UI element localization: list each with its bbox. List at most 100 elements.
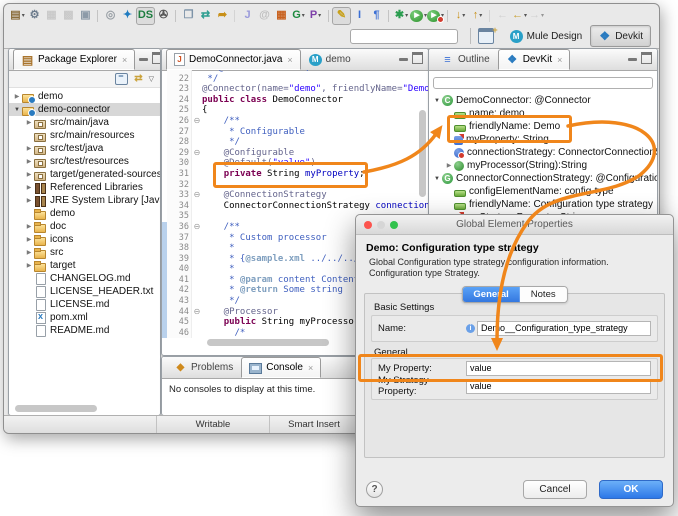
dialog-titlebar[interactable]: Global Element Properties bbox=[356, 215, 673, 235]
toolbar-icon[interactable]: ⇄ bbox=[197, 8, 214, 24]
expand-arrow-icon[interactable] bbox=[444, 159, 454, 172]
maximize-icon[interactable] bbox=[152, 52, 161, 64]
expand-arrow-icon[interactable] bbox=[24, 246, 34, 259]
fold-icon[interactable] bbox=[192, 169, 202, 180]
expand-arrow-icon[interactable] bbox=[24, 155, 34, 168]
tree-item[interactable]: README.md bbox=[9, 324, 160, 337]
fold-icon[interactable] bbox=[192, 84, 202, 95]
toolbar-icon[interactable]: ← bbox=[511, 8, 528, 24]
toolbar-icon[interactable]: ← bbox=[494, 8, 511, 24]
devkit-filter-input[interactable] bbox=[433, 77, 653, 89]
expand-arrow-icon[interactable] bbox=[432, 94, 442, 107]
fold-icon[interactable] bbox=[192, 137, 202, 148]
tab-notes[interactable]: Notes bbox=[520, 287, 567, 302]
toolbar-icon[interactable]: ✎ bbox=[332, 7, 351, 25]
tree-item[interactable]: src/test/java bbox=[9, 142, 160, 155]
expand-arrow-icon[interactable] bbox=[24, 142, 34, 155]
ok-button[interactable]: OK bbox=[599, 480, 663, 499]
name-field[interactable]: Demo__Configuration_type_strategy bbox=[477, 321, 651, 336]
toolbar-icon[interactable]: ▣ bbox=[77, 8, 94, 24]
collapse-all-icon[interactable] bbox=[115, 73, 128, 85]
perspective-mule-design[interactable]: M Mule Design bbox=[502, 25, 591, 47]
tree-item[interactable]: configElementName: config-type bbox=[429, 185, 657, 198]
toolbar-icon[interactable]: ▶ bbox=[410, 8, 427, 24]
tree-item[interactable]: pom.xml bbox=[9, 311, 160, 324]
expand-arrow-icon[interactable] bbox=[24, 233, 34, 246]
close-icon[interactable]: × bbox=[557, 55, 562, 65]
code-line[interactable]: 34 ConnectorConnectionStrategy connectio… bbox=[162, 201, 428, 212]
toolbar-icon[interactable]: ✦ bbox=[119, 8, 136, 24]
fold-icon[interactable] bbox=[192, 285, 202, 296]
expand-arrow-icon[interactable] bbox=[24, 220, 34, 233]
toolbar-icon[interactable]: → bbox=[528, 8, 545, 24]
tab-general[interactable]: General bbox=[462, 287, 519, 302]
zoom-traffic-light[interactable] bbox=[390, 221, 398, 229]
tree-item[interactable]: LICENSE_HEADER.txt bbox=[9, 285, 160, 298]
code-line[interactable]: 22 */ bbox=[162, 74, 428, 85]
toolbar-icon[interactable]: G bbox=[290, 8, 307, 24]
fold-icon[interactable] bbox=[192, 264, 202, 275]
toolbar-icon[interactable]: ⚙ bbox=[26, 8, 43, 24]
code-line[interactable]: 27 * Configurable bbox=[162, 127, 428, 138]
horizontal-scrollbar[interactable] bbox=[207, 339, 329, 346]
toolbar-icon[interactable]: ❐ bbox=[180, 8, 197, 24]
fold-icon[interactable] bbox=[192, 201, 202, 212]
fold-icon[interactable] bbox=[192, 317, 202, 328]
toolbar-icon[interactable]: ▶ bbox=[427, 8, 444, 24]
toolbar-icon[interactable]: @ bbox=[256, 8, 273, 24]
code-line[interactable]: 28 */ bbox=[162, 137, 428, 148]
minimize-traffic-light[interactable] bbox=[377, 221, 385, 229]
maximize-icon[interactable] bbox=[412, 52, 423, 64]
fold-icon[interactable] bbox=[192, 275, 202, 286]
code-line[interactable]: 25 { bbox=[162, 105, 428, 116]
tree-item[interactable]: LICENSE.md bbox=[9, 298, 160, 311]
expand-arrow-icon[interactable] bbox=[24, 194, 34, 207]
fold-icon[interactable] bbox=[192, 95, 202, 106]
fold-icon[interactable] bbox=[192, 116, 202, 127]
code-line[interactable]: 26 /** bbox=[162, 116, 428, 127]
tree-item[interactable]: target/generated-sources/mule bbox=[9, 168, 160, 181]
minimize-icon[interactable] bbox=[399, 58, 408, 61]
tree-item[interactable]: src/test/resources bbox=[9, 155, 160, 168]
fold-icon[interactable] bbox=[192, 148, 202, 159]
toolbar-icon[interactable]: ◎ bbox=[102, 8, 119, 24]
maximize-icon[interactable] bbox=[641, 52, 652, 64]
tab-outline[interactable]: ≡ Outline bbox=[433, 49, 498, 70]
tree-item[interactable]: demo bbox=[9, 90, 160, 103]
fold-icon[interactable] bbox=[192, 307, 202, 318]
code-line[interactable]: 24 public class DemoConnector bbox=[162, 95, 428, 106]
tree-item[interactable]: doc bbox=[9, 220, 160, 233]
quick-access-input[interactable] bbox=[350, 29, 458, 44]
fold-icon[interactable] bbox=[192, 328, 202, 339]
fold-icon[interactable] bbox=[192, 254, 202, 265]
fold-icon[interactable] bbox=[192, 158, 202, 169]
toolbar-icon[interactable]: ▤ bbox=[9, 8, 26, 24]
tree-item[interactable]: src/main/resources bbox=[9, 129, 160, 142]
minimize-icon[interactable] bbox=[628, 58, 637, 61]
fold-icon[interactable] bbox=[192, 127, 202, 138]
toolbar-icon[interactable]: ▦ bbox=[43, 8, 60, 24]
fold-icon[interactable] bbox=[192, 74, 202, 85]
tab-devkit[interactable]: ❖ DevKit × bbox=[498, 49, 571, 70]
toolbar-icon[interactable]: ▦ bbox=[273, 8, 290, 24]
help-button[interactable]: ? bbox=[366, 481, 383, 498]
tree-item[interactable]: JRE System Library [Java SE 7 bbox=[9, 194, 160, 207]
toolbar-icon[interactable]: ▩ bbox=[60, 8, 77, 24]
expand-arrow-icon[interactable] bbox=[24, 116, 34, 129]
toolbar-icon[interactable]: I bbox=[351, 8, 368, 24]
toolbar-icon[interactable]: DS bbox=[136, 7, 155, 25]
tab-console[interactable]: Console × bbox=[241, 357, 321, 378]
tree-item[interactable]: demo-connector bbox=[9, 103, 160, 116]
tree-item[interactable]: Referenced Libraries bbox=[9, 181, 160, 194]
toolbar-icon[interactable]: ➦ bbox=[214, 8, 231, 24]
open-perspective-button[interactable] bbox=[478, 28, 494, 44]
fold-icon[interactable] bbox=[192, 211, 202, 222]
horizontal-scrollbar[interactable] bbox=[15, 405, 97, 412]
expand-arrow-icon[interactable] bbox=[24, 259, 34, 272]
fold-icon[interactable] bbox=[192, 105, 202, 116]
tab-demo[interactable]: M demo bbox=[301, 49, 359, 70]
tree-item[interactable]: connectionStrategy: ConnectorConnectionS… bbox=[429, 146, 657, 159]
close-icon[interactable]: × bbox=[287, 55, 292, 65]
perspective-devkit[interactable]: ❖ Devkit bbox=[590, 25, 651, 47]
fold-icon[interactable] bbox=[192, 243, 202, 254]
